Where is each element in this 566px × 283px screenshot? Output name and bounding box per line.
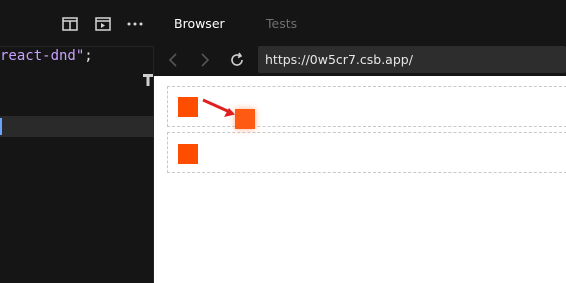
draggable-square[interactable] <box>178 97 198 117</box>
drag-arrow-icon <box>202 98 235 117</box>
preview-icon[interactable] <box>93 14 113 34</box>
current-line-highlight <box>0 116 154 137</box>
tab-tests[interactable]: Tests <box>266 16 297 32</box>
split-view-icon[interactable] <box>60 14 80 34</box>
url-bar[interactable]: https://0w5cr7.csb.app/ <box>258 46 566 73</box>
browser-nav-bar: https://0w5cr7.csb.app/ <box>154 46 566 75</box>
editor-toolbar <box>0 0 154 47</box>
draggable-square[interactable] <box>178 144 198 164</box>
reload-icon[interactable] <box>229 52 245 68</box>
text-caret <box>0 118 2 135</box>
code-string: react-dnd" <box>0 48 85 64</box>
drop-target-box[interactable] <box>167 132 566 173</box>
browser-viewport <box>154 76 566 283</box>
more-icon[interactable] <box>125 14 145 34</box>
code-line-import[interactable]: react-dnd"; <box>0 45 93 67</box>
browser-pane: Browser Tests https://0w5cr7.csb.app/ <box>154 0 566 283</box>
code-editor-pane: react-dnd"; <box>0 0 154 283</box>
forward-icon[interactable] <box>197 52 213 68</box>
code-semicolon: ; <box>84 48 93 64</box>
app-window: react-dnd"; Browser Tests https://0w5cr7… <box>0 0 566 283</box>
back-icon[interactable] <box>165 52 181 68</box>
tab-browser[interactable]: Browser <box>174 16 225 32</box>
preview-tabs: Browser Tests <box>154 0 566 46</box>
text-cursor-icon <box>142 73 154 87</box>
